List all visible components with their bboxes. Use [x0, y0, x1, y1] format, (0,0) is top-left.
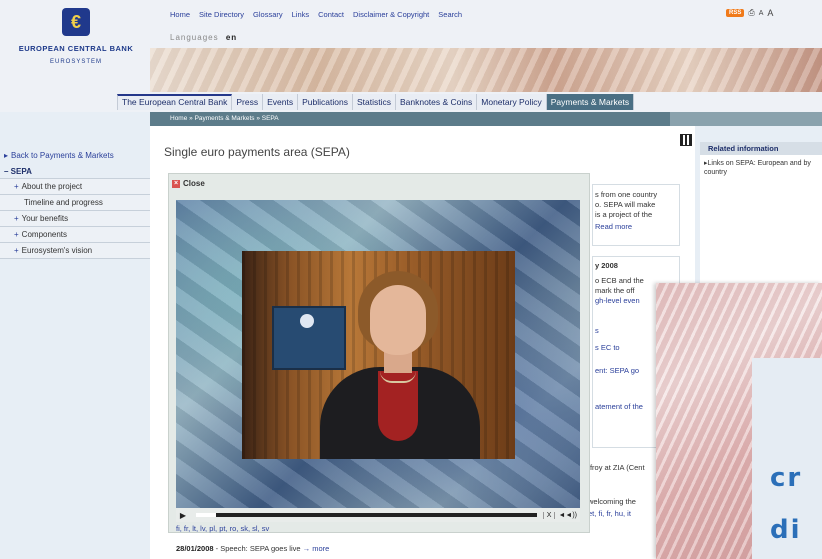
news-more-link[interactable]: → more	[303, 544, 330, 553]
euro-seal-icon: €	[62, 8, 90, 36]
sidebar-item-label: Timeline and progress	[24, 198, 103, 207]
tab-events[interactable]: Events	[263, 94, 299, 110]
print-icon[interactable]: ⎙	[748, 8, 754, 18]
news-link[interactable]: ent: SEPA go	[595, 366, 639, 376]
related-heading: Related information	[700, 142, 822, 155]
plus-icon: +	[14, 230, 19, 239]
plus-icon: +	[14, 182, 19, 191]
breadcrumb[interactable]: Home » Payments & Markets » SEPA	[150, 112, 670, 126]
news-link[interactable]: s	[595, 326, 599, 336]
topnav-glossary[interactable]: Glossary	[253, 10, 283, 19]
video-controls: ▶ X ◄◄))	[176, 508, 580, 522]
news-heading: y 2008	[595, 261, 618, 270]
rss-button[interactable]: RSS	[726, 9, 745, 17]
sepa-brochure-image: cr di	[656, 283, 822, 559]
read-more-link[interactable]: Read more	[595, 222, 632, 232]
news-text-line: ffroy at ZIA (Cent	[588, 463, 645, 472]
intro-text-line: is a project of the	[595, 210, 653, 219]
language-value[interactable]: en	[226, 33, 237, 42]
font-decrease-button[interactable]: A	[759, 10, 764, 17]
tab-banknotes-coins[interactable]: Banknotes & Coins	[395, 94, 478, 110]
top-navigation: Home Site Directory Glossary Links Conta…	[170, 10, 462, 19]
play-icon[interactable]: ▶	[176, 511, 190, 520]
header-banner-image	[150, 48, 822, 92]
ecb-logo[interactable]: € EUROPEAN CENTRAL BANK EUROSYSTEM	[6, 8, 146, 86]
sidebar-item-timeline[interactable]: Timeline and progress	[0, 195, 150, 211]
arrow-right-icon: ▸	[4, 151, 9, 160]
speaker-figure	[320, 271, 480, 459]
speaker-face	[370, 285, 426, 355]
tab-statistics[interactable]: Statistics	[352, 94, 396, 110]
main-navigation: The European Central Bank Press Events P…	[0, 92, 822, 112]
sidebar-item-label: Components	[21, 230, 68, 239]
ecb-sepa-page: € EUROPEAN CENTRAL BANK EUROSYSTEM Home …	[0, 0, 822, 559]
brochure-text-line: cr	[770, 463, 803, 493]
language-label: Languages	[170, 33, 219, 42]
language-links[interactable]: fi, fr, lt, lv, pl, pt, ro, sk, sl, sv	[176, 524, 269, 533]
back-link-label: Back to Payments & Markets	[11, 151, 114, 160]
intro-text-line: o. SEPA will make	[595, 200, 656, 209]
volume-button[interactable]: ◄◄))	[554, 511, 580, 519]
minus-icon: –	[4, 167, 11, 176]
stop-button[interactable]: X	[542, 511, 555, 519]
sidebar-item-about[interactable]: + About the project	[0, 179, 150, 195]
news-more-label: more	[312, 544, 330, 553]
plus-icon: +	[14, 246, 19, 255]
video-frame-speaker	[242, 251, 515, 459]
topnav-contact[interactable]: Contact	[318, 10, 344, 19]
font-increase-button[interactable]: A	[767, 8, 773, 18]
brochure-text-line: di	[770, 515, 802, 545]
tab-publications[interactable]: Publications	[298, 94, 353, 110]
tab-the-ecb[interactable]: The European Central Bank	[117, 94, 233, 110]
related-information-panel: Related information ▸Links on SEPA: Euro…	[700, 142, 822, 292]
tab-monetary-policy[interactable]: Monetary Policy	[477, 94, 547, 110]
sidebar-item-label: Eurosystem's vision	[21, 246, 93, 255]
sidebar-item-label: Your benefits	[21, 214, 69, 223]
sidebar-item-label: About the project	[21, 182, 83, 191]
topnav-links[interactable]: Links	[292, 10, 310, 19]
news-link[interactable]: gh-level even	[595, 296, 640, 306]
news-link[interactable]: atement of the	[595, 402, 643, 412]
plus-icon: +	[14, 214, 19, 223]
news-text-line: welcoming the	[588, 497, 636, 506]
progress-track[interactable]	[196, 513, 537, 517]
language-selector: Languages en	[170, 33, 237, 42]
intro-text-line: s from one country	[595, 190, 658, 199]
language-links-peek[interactable]: et, fi, fr, hu, it	[588, 509, 631, 519]
close-button[interactable]: × Close	[172, 179, 205, 188]
back-link[interactable]: ▸ Back to Payments & Markets	[0, 148, 150, 165]
sidebar-section-label: SEPA	[10, 167, 32, 176]
qr-code-icon[interactable]	[680, 134, 692, 146]
site-header: € EUROPEAN CENTRAL BANK EUROSYSTEM Home …	[0, 0, 822, 92]
topnav-site-directory[interactable]: Site Directory	[199, 10, 244, 19]
progress-fill	[196, 513, 217, 517]
bank-subtitle: EUROSYSTEM	[49, 59, 102, 65]
news-text: - Speech: SEPA goes live	[213, 544, 301, 553]
sidebar-section-sepa[interactable]: – SEPA	[0, 165, 150, 179]
sidebar-item-benefits[interactable]: + Your benefits	[0, 211, 150, 227]
related-link[interactable]: ▸Links on SEPA: European and by country	[700, 155, 822, 177]
sidebar-item-components[interactable]: + Components	[0, 227, 150, 243]
related-link-label: Links on SEPA: European and by country	[704, 160, 811, 176]
topnav-home[interactable]: Home	[170, 10, 190, 19]
page-title: Single euro payments area (SEPA)	[164, 145, 350, 159]
news-text-line: mark the off	[595, 286, 635, 295]
breadcrumb-bar-end	[670, 112, 822, 126]
tab-press[interactable]: Press	[232, 94, 264, 110]
topnav-search[interactable]: Search	[438, 10, 462, 19]
sidebar-item-vision[interactable]: + Eurosystem's vision	[0, 243, 150, 259]
tab-payments-markets[interactable]: Payments & Markets	[546, 94, 635, 110]
news-item: 28/01/2008 - Speech: SEPA goes live → mo…	[176, 544, 329, 553]
bank-name: EUROPEAN CENTRAL BANK	[18, 44, 134, 53]
close-label: Close	[183, 179, 205, 188]
close-icon: ×	[172, 179, 180, 188]
left-sidebar: ▸ Back to Payments & Markets – SEPA + Abou…	[0, 148, 150, 259]
news-link[interactable]: s EC to	[595, 343, 620, 353]
topnav-disclaimer[interactable]: Disclaimer & Copyright	[353, 10, 429, 19]
page-tools: RSS ⎙ A A	[726, 8, 773, 18]
euro-emblem-icon	[300, 314, 314, 328]
news-date: 28/01/2008	[176, 544, 214, 553]
news-text-line: o ECB and the	[595, 276, 644, 285]
